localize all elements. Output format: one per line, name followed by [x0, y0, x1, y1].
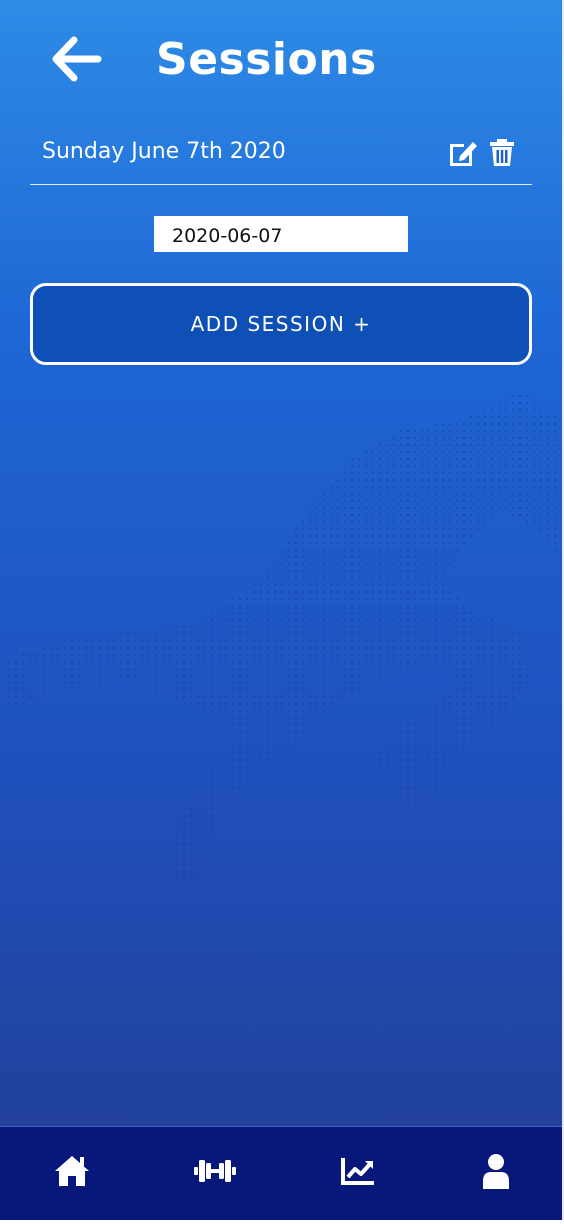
app-screen: Sessions Sunday June 7th 2020 ADD SESSIO…: [0, 0, 562, 1224]
nav-profile[interactable]: [474, 1149, 518, 1193]
runner-background-image: [0, 390, 560, 890]
header: Sessions: [0, 0, 562, 120]
edit-icon: [450, 142, 477, 166]
user-icon: [483, 1154, 509, 1189]
date-input[interactable]: [154, 216, 408, 252]
add-session-button[interactable]: ADD SESSION +: [30, 283, 532, 365]
dumbbell-icon: [194, 1160, 236, 1182]
page-title: Sessions: [156, 34, 377, 85]
session-date-label: Sunday June 7th 2020: [42, 139, 286, 164]
nav-progress[interactable]: [336, 1149, 380, 1193]
nav-workouts[interactable]: [193, 1149, 237, 1193]
session-date-row: Sunday June 7th 2020: [30, 128, 532, 185]
edit-button[interactable]: [446, 138, 480, 168]
chart-line-icon: [341, 1158, 374, 1185]
nav-home[interactable]: [50, 1149, 94, 1193]
delete-button[interactable]: [488, 138, 516, 168]
home-icon: [55, 1156, 89, 1186]
trash-icon: [490, 139, 514, 166]
arrow-left-icon: [52, 36, 102, 82]
back-button[interactable]: [52, 36, 104, 82]
bottom-nav: [0, 1126, 562, 1221]
window-bottom-edge: [0, 1220, 564, 1224]
